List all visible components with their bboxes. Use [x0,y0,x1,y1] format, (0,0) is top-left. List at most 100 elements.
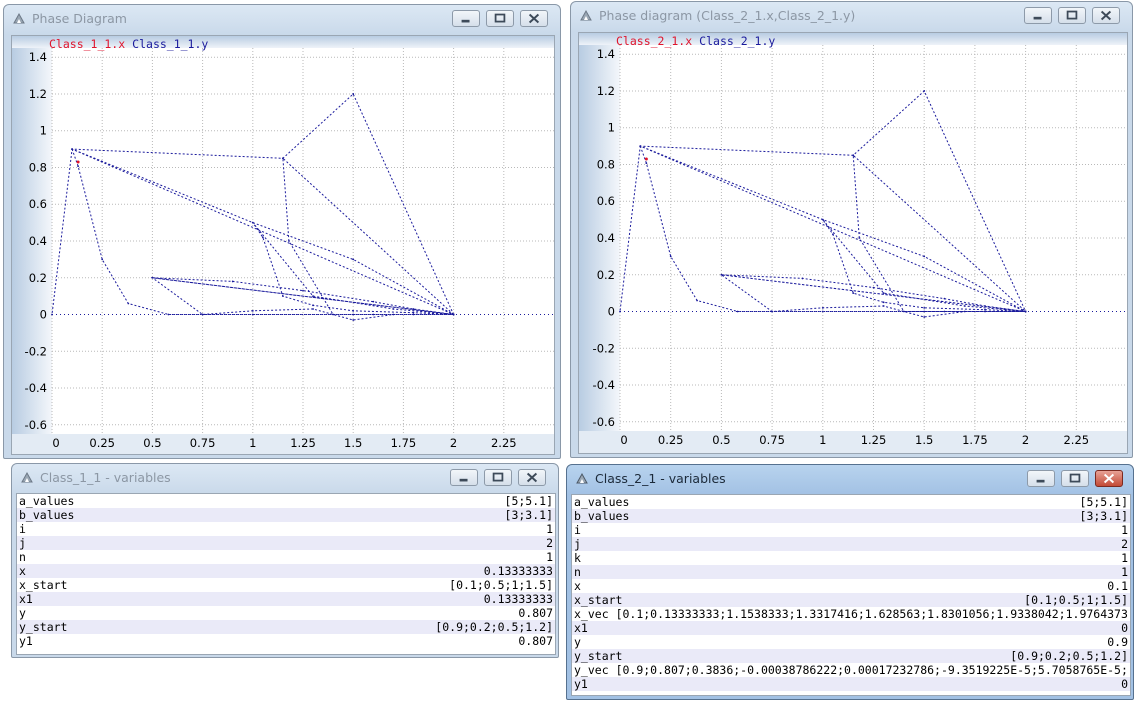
trajectory-point [101,258,104,261]
variable-row[interactable]: j2 [17,536,555,550]
y-tick-label: 1.4 [597,47,615,61]
close-button[interactable] [1095,470,1123,487]
app-icon [576,472,588,484]
variable-name: y_start [574,649,623,663]
trajectory-point [923,316,926,318]
x-tick-label: 1.5 [915,433,933,447]
variable-row[interactable]: y 0.807 [17,606,555,620]
close-button[interactable] [518,469,546,486]
variable-row[interactable]: x_vec [0.1;0.13333333;1.1538333;1.331741… [572,607,1130,621]
variable-row[interactable]: n1 [17,550,555,564]
variable-row[interactable]: x_start [0.1;0.5;1;1.5] [572,593,1130,607]
trajectory-point [821,310,824,313]
trajectory-point [669,255,672,258]
variable-name: x_start [574,593,623,607]
trajectory-point [984,308,986,311]
variable-value: 0.9 [1107,635,1128,649]
variable-name: j [574,537,581,551]
y-tick-label: -0.6 [593,415,615,429]
trajectory-point [201,313,204,316]
maximize-button[interactable] [1061,470,1089,487]
x-tick-label: 2.25 [1063,433,1089,447]
trajectory-point [412,308,415,310]
app-icon [13,12,25,24]
variable-row[interactable]: y1 0.807 [17,634,555,648]
variable-value: [0.1;0.5;1;1.5] [449,578,553,592]
variable-row[interactable]: y_start [0.9;0.2;0.5;1.2] [572,649,1130,663]
variable-row[interactable]: y 0.9 [572,635,1130,649]
variable-value: 0.13333333 [483,564,553,578]
variable-row[interactable]: x1 0 [572,621,1130,635]
variable-row[interactable]: j2 [572,537,1130,551]
minimize-button[interactable] [450,469,478,486]
minimize-button[interactable] [1024,7,1052,24]
legend: Class_1_1.x Class_1_1.y [49,37,208,51]
phase-diagram-window-1[interactable]: Phase Diagram 1.4 1.2 1 0.8 0.6 0.4 0.2 0 -0.2 -0… [3,4,561,459]
plot-area[interactable]: 1.4 1.2 1 0.8 0.6 0.4 0.2 0 -0.2 -0.4 -0.6 0 0.25 0.5… [578,32,1128,454]
trajectory-point [639,145,642,147]
phase-plot-2[interactable]: 1.4 1.2 1 0.8 0.6 0.4 0.2 0 -0.2 -0.4 -0.6 0 0.25 0.5… [579,33,1127,453]
x-tick-label: 0.5 [143,436,161,450]
close-icon [528,13,540,24]
variables-window-2[interactable]: Class_2_1 - variables a_values [5;5.1] b_v… [566,464,1134,700]
variable-value: 0 [1121,621,1128,635]
variable-name: n [19,550,26,564]
close-button[interactable] [1092,7,1120,24]
trajectory-point [251,221,254,224]
phase-plot-1[interactable]: 1.4 1.2 1 0.8 0.6 0.4 0.2 0 -0.2 -0.4 -0.6 0 0.25 0.5… [12,36,554,454]
variable-row[interactable]: i1 [572,523,1130,537]
variable-row[interactable]: x 0.13333333 [17,564,555,578]
x-tick-label: 0.75 [759,433,785,447]
variable-value: [0.9;0.2;0.5;1.2] [1010,649,1128,663]
variables-window-1[interactable]: Class_1_1 - variables a_values [5;5.1] b_v… [11,463,559,658]
plot-area[interactable]: 1.4 1.2 1 0.8 0.6 0.4 0.2 0 -0.2 -0.4 -0.6 0 0.25 0.5… [11,35,555,455]
phase-diagram-window-2[interactable]: Phase diagram (Class_2_1.x,Class_2_1.y) … [570,1,1133,458]
y-tick-label: 0.4 [29,234,47,248]
trajectory-point [771,310,773,313]
variable-row[interactable]: y_start [0.9;0.2;0.5;1.2] [17,620,555,634]
minimize-button[interactable] [1027,470,1055,487]
x-tick-label: 1.75 [962,433,988,447]
trajectory-point [288,240,290,242]
variables-list[interactable]: a_values [5;5.1] b_values [3;3.1] i 1 j 2 n 1 x 0.1… [16,493,556,655]
title-bar[interactable]: Class_2_1 - variables [567,465,1133,493]
variable-row[interactable]: a_values [5;5.1] [572,495,1130,509]
variable-row[interactable]: x_start [0.1;0.5;1;1.5] [17,578,555,592]
y-tick-label: 1 [40,124,47,138]
trajectory-point [251,313,254,316]
y-tick-label: 0.8 [597,157,615,171]
y-tick-label: -0.2 [25,344,47,358]
variable-name: x1 [19,592,33,606]
variable-row[interactable]: x 0.1 [572,579,1130,593]
trajectory-point [923,306,926,309]
variable-row[interactable]: y_vec [0.9;0.807;0.3836;-0.00038786222;0… [572,663,1130,677]
variable-row[interactable]: i1 [17,522,555,536]
variable-value: 0.1 [1107,579,1128,593]
title-bar[interactable]: Phase Diagram [4,5,560,33]
close-button[interactable] [520,10,548,27]
title-bar[interactable]: Class_1_1 - variables [12,464,558,492]
variable-name: a_values [574,495,630,509]
maximize-button[interactable] [484,469,512,486]
legend-x-series: Class_1_1.x [49,37,126,51]
minimize-button[interactable] [452,10,480,27]
variable-value: [3;3.1] [504,508,553,522]
trajectory-point [77,165,80,168]
variable-row[interactable]: y1 0 [572,677,1130,691]
variable-row[interactable]: k1 [572,551,1130,565]
maximize-button[interactable] [486,10,514,27]
maximize-button[interactable] [1058,7,1086,24]
variable-row[interactable]: b_values [3;3.1] [572,509,1130,523]
variable-row[interactable]: a_values [5;5.1] [17,494,555,508]
trajectory-point [852,154,855,157]
trajectory-point [963,310,966,313]
variable-row[interactable]: n1 [572,565,1130,579]
trajectory-point [858,237,861,239]
variables-list[interactable]: a_values [5;5.1] b_values [3;3.1] i 1 j 2 k 1 n 1 x 0… [571,494,1131,696]
variable-row[interactable]: b_values [3;3.1] [17,508,555,522]
trajectory-point [231,280,234,283]
variable-row[interactable]: x1 0.13333333 [17,592,555,606]
x-tick-label: 1.25 [290,436,316,450]
legend-x-series: Class_2_1.x [616,34,693,48]
title-bar[interactable]: Phase diagram (Class_2_1.x,Class_2_1.y) [571,2,1132,30]
